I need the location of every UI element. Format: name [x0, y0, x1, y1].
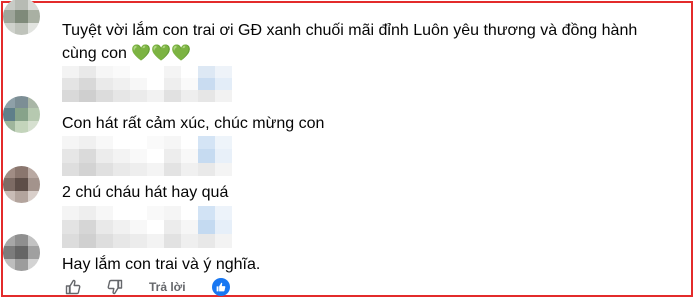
- thumbs-down-icon[interactable]: [107, 279, 123, 295]
- green-heart-emoji: 💚💚💚: [131, 45, 192, 62]
- blurred-name: [62, 66, 232, 102]
- like-reaction-icon[interactable]: [211, 278, 230, 296]
- avatar[interactable]: [3, 96, 40, 133]
- blurred-name: [62, 206, 232, 248]
- avatar[interactable]: [3, 166, 40, 203]
- comment-actions: Trả lời: [65, 278, 230, 296]
- comment-text: Tuyệt vời lắm con trai ơi GĐ xanh chuối …: [62, 19, 662, 65]
- comment-text: 2 chú cháu hát hay quá: [62, 184, 229, 201]
- comment-text: Hay lắm con trai và ý nghĩa.: [62, 256, 261, 273]
- comment-text: Con hát rất cảm xúc, chúc mừng con: [62, 115, 325, 132]
- thumbs-up-icon[interactable]: [65, 279, 81, 295]
- avatar[interactable]: [3, 234, 40, 271]
- blurred-name: [62, 136, 232, 176]
- reply-button[interactable]: Trả lời: [149, 280, 186, 294]
